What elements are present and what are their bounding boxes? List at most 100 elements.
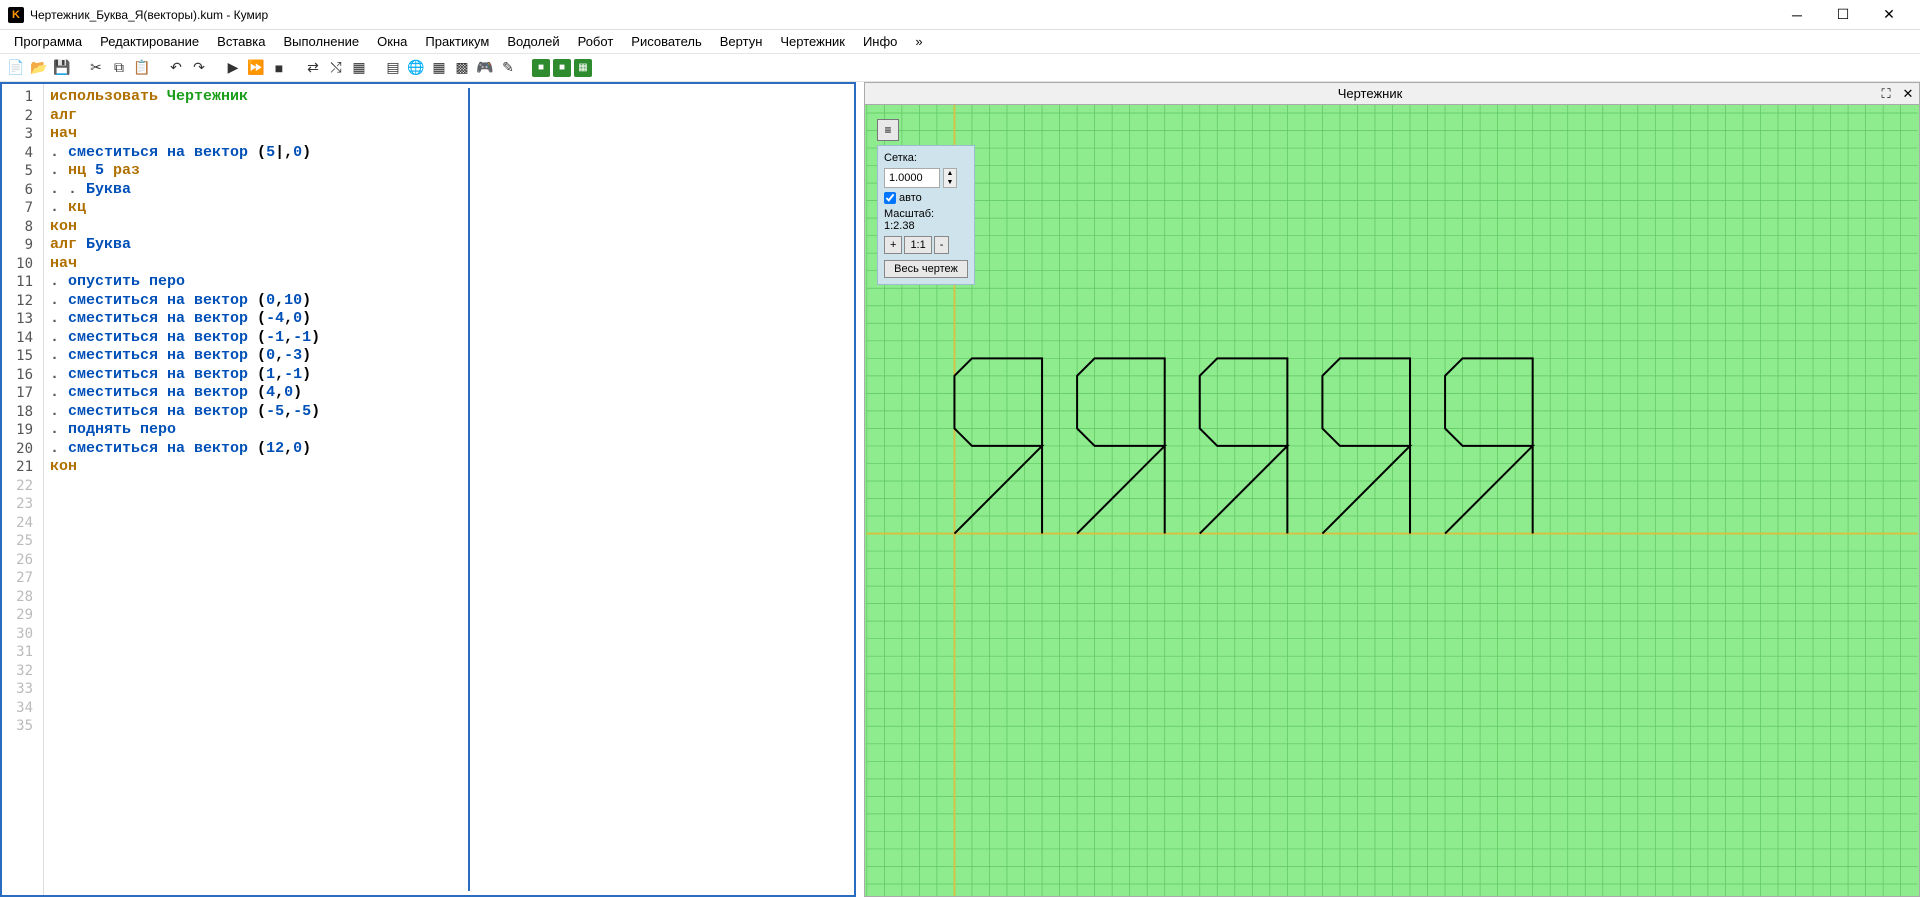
line-number: 15 [2, 347, 43, 366]
line-number: 7 [2, 199, 43, 218]
line-number: 10 [2, 255, 43, 274]
line-number: 12 [2, 292, 43, 311]
code-line[interactable]: . опустить перо [50, 273, 468, 292]
line-number: 21 [2, 458, 43, 477]
canvas-title: Чертежник [865, 86, 1875, 101]
canvas-header: Чертежник ⛶ ✕ [864, 82, 1920, 104]
step-icon[interactable]: ⏩ [246, 58, 266, 78]
line-number: 17 [2, 384, 43, 403]
mod-1-icon[interactable]: ■ [532, 59, 550, 77]
maximize-button[interactable]: ☐ [1820, 0, 1866, 30]
line-number: 23 [2, 495, 43, 514]
line-number: 31 [2, 643, 43, 662]
paste-icon[interactable]: 📋 [132, 58, 152, 78]
code-line[interactable]: использовать Чертежник [50, 88, 468, 107]
menu-item[interactable]: Программа [6, 32, 90, 51]
code-line[interactable]: . сместиться на вектор (0,-3) [50, 347, 468, 366]
line-number: 4 [2, 144, 43, 163]
drawing-surface[interactable] [865, 105, 1919, 896]
grid-spinner[interactable]: ▲▼ [943, 168, 957, 188]
code-line[interactable]: алг [50, 107, 468, 126]
new-file-icon[interactable]: 📄 [6, 58, 26, 78]
fit-all-button[interactable]: Весь чертеж [884, 260, 968, 278]
zoom-in-button[interactable]: + [884, 236, 902, 254]
line-number: 25 [2, 532, 43, 551]
line-number: 35 [2, 717, 43, 736]
menu-item[interactable]: Вертун [712, 32, 771, 51]
panel-menu-icon[interactable]: ≡ [877, 119, 899, 141]
line-number: 3 [2, 125, 43, 144]
code-line[interactable]: кон [50, 218, 468, 237]
editor-pane: 1234567891011121314151617181920212223242… [0, 82, 856, 897]
line-number: 33 [2, 680, 43, 699]
save-file-icon[interactable]: 💾 [52, 58, 72, 78]
code-line[interactable]: алг Буква [50, 236, 468, 255]
auto-checkbox[interactable] [884, 192, 896, 204]
line-number: 14 [2, 329, 43, 348]
code-line[interactable]: . нц 5 раз [50, 162, 468, 181]
menu-item[interactable]: Робот [570, 32, 622, 51]
grid-2-icon[interactable]: ▦ [429, 58, 449, 78]
grid-3-icon[interactable]: ▩ [452, 58, 472, 78]
line-number: 11 [2, 273, 43, 292]
exec-icon[interactable]: 🎮 [475, 58, 495, 78]
menu-item[interactable]: Рисователь [623, 32, 709, 51]
copy-icon[interactable]: ⧉ [109, 58, 129, 78]
check-icon[interactable]: ✎ [498, 58, 518, 78]
line-number: 26 [2, 551, 43, 570]
line-number: 34 [2, 699, 43, 718]
code-area[interactable]: использовать Чертежникалгнач. сместиться… [44, 84, 854, 895]
menu-item[interactable]: Чертежник [772, 32, 853, 51]
toggle-2-icon[interactable]: ⤭ [326, 58, 346, 78]
mod-3-icon[interactable]: ▦ [574, 59, 592, 77]
code-line[interactable]: . сместиться на вектор (0,10) [50, 292, 468, 311]
toggle-1-icon[interactable]: ⇄ [303, 58, 323, 78]
menu-item[interactable]: Окна [369, 32, 415, 51]
grid-step-input[interactable] [884, 168, 940, 188]
zoom-11-button[interactable]: 1:1 [904, 236, 931, 254]
code-line[interactable]: . сместиться на вектор (4,0) [50, 384, 468, 403]
menu-item[interactable]: » [907, 32, 930, 51]
line-number: 27 [2, 569, 43, 588]
grid-1-icon[interactable]: ▤ [383, 58, 403, 78]
line-number: 16 [2, 366, 43, 385]
code-line[interactable]: нач [50, 125, 468, 144]
menu-item[interactable]: Редактирование [92, 32, 207, 51]
minimize-button[interactable]: ─ [1774, 0, 1820, 30]
code-line[interactable]: . кц [50, 199, 468, 218]
close-button[interactable]: ✕ [1866, 0, 1912, 30]
canvas-maximize-icon[interactable]: ⛶ [1875, 84, 1897, 104]
menu-item[interactable]: Вставка [209, 32, 273, 51]
code-column[interactable]: использовать Чертежникалгнач. сместиться… [50, 88, 468, 891]
canvas-close-icon[interactable]: ✕ [1897, 84, 1919, 104]
zoom-out-button[interactable]: - [934, 236, 950, 254]
undo-icon[interactable]: ↶ [166, 58, 186, 78]
world-icon[interactable]: 🌐 [406, 58, 426, 78]
canvas-body[interactable]: ≡ Сетка: ▲▼ авто Масштаб: 1:2.38 [864, 104, 1920, 897]
line-number: 8 [2, 218, 43, 237]
code-line[interactable]: . сместиться на вектор (1,-1) [50, 366, 468, 385]
menu-item[interactable]: Водолей [499, 32, 567, 51]
menu-item[interactable]: Инфо [855, 32, 905, 51]
code-line[interactable]: . сместиться на вектор (-5,-5) [50, 403, 468, 422]
line-number: 5 [2, 162, 43, 181]
line-number: 1 [2, 88, 43, 107]
code-line[interactable]: . сместиться на вектор (-4,0) [50, 310, 468, 329]
menu-item[interactable]: Практикум [417, 32, 497, 51]
menu-item[interactable]: Выполнение [275, 32, 367, 51]
code-line[interactable]: . сместиться на вектор (-1,-1) [50, 329, 468, 348]
code-line[interactable]: . сместиться на вектор (12,0) [50, 440, 468, 459]
code-line[interactable]: . . Буква [50, 181, 468, 200]
mod-2-icon[interactable]: ■ [553, 59, 571, 77]
code-line[interactable]: нач [50, 255, 468, 274]
canvas-pane: Чертежник ⛶ ✕ ≡ Сетка: ▲▼ авто [864, 82, 1920, 897]
toggle-3-icon[interactable]: ▦ [349, 58, 369, 78]
redo-icon[interactable]: ↷ [189, 58, 209, 78]
code-line[interactable]: . сместиться на вектор (5|,0) [50, 144, 468, 163]
code-line[interactable]: . поднять перо [50, 421, 468, 440]
code-line[interactable]: кон [50, 458, 468, 477]
cut-icon[interactable]: ✂ [86, 58, 106, 78]
stop-icon[interactable]: ■ [269, 58, 289, 78]
run-icon[interactable]: ▶ [223, 58, 243, 78]
open-file-icon[interactable]: 📂 [29, 58, 49, 78]
